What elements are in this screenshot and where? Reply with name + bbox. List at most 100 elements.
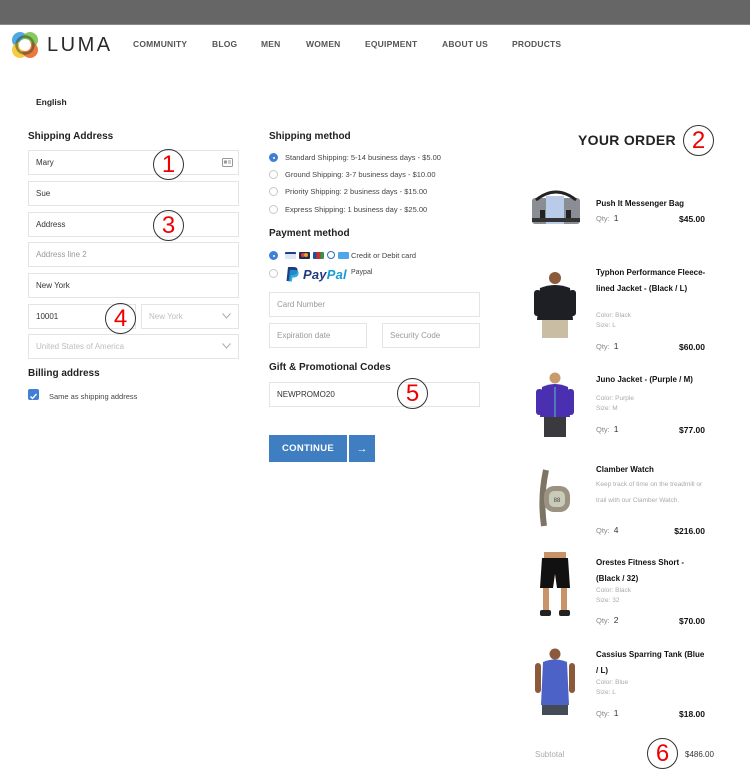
security-code-field[interactable]: Security Code bbox=[382, 323, 480, 348]
item-name: Typhon Performance Fleece-lined Jacket -… bbox=[596, 268, 706, 293]
item-price: $77.00 bbox=[679, 425, 705, 435]
item-name: Orestes Fitness Short - (Black / 32) bbox=[596, 558, 685, 583]
shipping-standard-radio[interactable] bbox=[269, 153, 278, 162]
site-header: LUMA COMMUNITY BLOG MEN WOMEN EQUIPMENT … bbox=[0, 25, 750, 67]
city-field[interactable]: New York bbox=[28, 273, 239, 298]
cassius-tank-image bbox=[535, 648, 575, 715]
nav-community[interactable]: COMMUNITY bbox=[133, 39, 212, 49]
item-qty: Qty: 2 bbox=[596, 615, 619, 625]
item-name: Cassius Sparring Tank (Blue / L) bbox=[596, 650, 705, 675]
state-select[interactable]: New York bbox=[141, 304, 239, 329]
order-item: Juno Jacket - (Purple / M) Color: Purple… bbox=[530, 369, 730, 439]
item-qty: Qty: 1 bbox=[596, 213, 619, 223]
first-name-value: Mary bbox=[36, 158, 54, 167]
payment-card-radio[interactable] bbox=[269, 251, 278, 260]
last-name-field[interactable]: Sue bbox=[28, 181, 239, 206]
item-qty: Qty: 1 bbox=[596, 341, 619, 351]
checkmark-icon bbox=[30, 393, 38, 400]
order-item: Typhon Performance Fleece-lined Jacket -… bbox=[530, 265, 730, 355]
same-as-shipping-label[interactable]: Same as shipping address bbox=[49, 392, 137, 401]
luma-logo-icon[interactable] bbox=[11, 31, 39, 59]
item-price: $70.00 bbox=[679, 616, 705, 626]
item-size: Size: L bbox=[596, 322, 616, 329]
item-size: Size: M bbox=[596, 405, 618, 412]
shipping-address-title: Shipping Address bbox=[28, 131, 114, 142]
brand-name[interactable]: LUMA bbox=[47, 34, 113, 57]
card-number-field[interactable]: Card Number bbox=[269, 292, 480, 317]
shipping-express-label[interactable]: Express Shipping: 1 business day - $25.0… bbox=[285, 205, 427, 214]
promo-code-field[interactable]: NEWPROMO20 bbox=[269, 382, 480, 407]
payment-paypal-radio[interactable] bbox=[269, 269, 278, 278]
continue-button[interactable]: CONTINUE bbox=[269, 435, 347, 462]
item-color: Color: Black bbox=[596, 587, 632, 594]
nav-equipment[interactable]: EQUIPMENT bbox=[365, 39, 442, 49]
shipping-priority-radio[interactable] bbox=[269, 187, 278, 196]
item-size: Size: 32 bbox=[596, 597, 620, 604]
nav-products[interactable]: PRODUCTS bbox=[512, 39, 561, 49]
continue-arrow-button[interactable]: → bbox=[349, 435, 375, 462]
state-value: New York bbox=[149, 312, 183, 321]
item-qty: Qty: 1 bbox=[596, 424, 619, 434]
shipping-ground-label[interactable]: Ground Shipping: 3-7 business days - $10… bbox=[285, 170, 436, 179]
item-name: Juno Jacket - (Purple / M) bbox=[596, 375, 693, 384]
contact-card-icon[interactable] bbox=[222, 158, 233, 167]
item-qty: Qty: 4 bbox=[596, 525, 619, 535]
chevron-down-icon bbox=[222, 313, 231, 319]
order-item: Push It Messenger Bag Qty: 1 $45.00 bbox=[530, 188, 730, 233]
country-select[interactable]: United States of America bbox=[28, 334, 239, 359]
main-nav: COMMUNITY BLOG MEN WOMEN EQUIPMENT ABOUT… bbox=[133, 39, 561, 49]
language-selector[interactable]: English bbox=[36, 97, 67, 107]
diners-icon bbox=[327, 251, 335, 259]
jcb-icon bbox=[313, 251, 324, 259]
same-as-shipping-checkbox[interactable] bbox=[28, 389, 39, 400]
expiration-date-field[interactable]: Expiration date bbox=[269, 323, 367, 348]
clamber-watch-image: 88 bbox=[539, 469, 570, 527]
nav-about-us[interactable]: ABOUT US bbox=[442, 39, 512, 49]
address-field[interactable]: Address bbox=[28, 212, 239, 237]
item-color: Color: Purple bbox=[596, 395, 634, 402]
amex-icon bbox=[338, 251, 349, 259]
country-value: United States of America bbox=[36, 342, 125, 351]
payment-card-label[interactable]: Credit or Debit card bbox=[351, 251, 416, 260]
subtotal-label: Subtotal bbox=[535, 750, 565, 759]
annotation-marker-4: 4 bbox=[105, 303, 136, 334]
item-qty: Qty: 1 bbox=[596, 708, 619, 718]
item-price: $18.00 bbox=[679, 709, 705, 719]
subtotal-value: $486.00 bbox=[685, 750, 714, 759]
paypal-logo: PayPal bbox=[303, 267, 347, 282]
nav-men[interactable]: MEN bbox=[261, 39, 306, 49]
annotation-marker-3: 3 bbox=[153, 210, 184, 241]
mastercard-icon bbox=[299, 251, 310, 259]
shipping-priority-label[interactable]: Priority Shipping: 2 business days - $15… bbox=[285, 187, 427, 196]
juno-jacket-image bbox=[536, 372, 574, 437]
annotation-marker-5: 5 bbox=[397, 378, 428, 409]
shipping-ground-radio[interactable] bbox=[269, 170, 278, 179]
item-price: $60.00 bbox=[679, 342, 705, 352]
first-name-field[interactable]: Mary bbox=[28, 150, 239, 175]
item-price: $45.00 bbox=[679, 214, 705, 224]
item-name: Push It Messenger Bag bbox=[596, 199, 685, 208]
item-price: $216.00 bbox=[674, 526, 705, 536]
item-description: Keep track of time on the treadmill or t… bbox=[596, 481, 703, 504]
order-item: Orestes Fitness Short - (Black / 32) Col… bbox=[530, 552, 730, 627]
order-item: 88 Clamber Watch Keep track of time on t… bbox=[530, 462, 730, 540]
address-line2-field[interactable]: Address line 2 bbox=[28, 242, 239, 267]
nav-blog[interactable]: BLOG bbox=[212, 39, 261, 49]
payment-paypal-label[interactable]: Paypal bbox=[351, 269, 372, 276]
item-name: Clamber Watch bbox=[596, 465, 654, 474]
nav-women[interactable]: WOMEN bbox=[306, 39, 365, 49]
visa-icon bbox=[285, 251, 296, 259]
item-color: Color: Black bbox=[596, 312, 632, 319]
chevron-down-icon bbox=[222, 343, 231, 349]
shipping-standard-label[interactable]: Standard Shipping: 5-14 business days - … bbox=[285, 153, 441, 162]
item-size: Size: L bbox=[596, 689, 616, 696]
card-brand-icons bbox=[285, 251, 349, 259]
shipping-method-title: Shipping method bbox=[269, 131, 351, 142]
orestes-short-image bbox=[540, 552, 570, 616]
your-order-title: YOUR ORDER bbox=[578, 132, 676, 148]
annotation-marker-2: 2 bbox=[683, 125, 714, 156]
billing-address-title: Billing address bbox=[28, 368, 100, 379]
paypal-p-icon bbox=[286, 267, 299, 282]
shipping-express-radio[interactable] bbox=[269, 205, 278, 214]
typhon-jacket-image bbox=[534, 272, 576, 338]
